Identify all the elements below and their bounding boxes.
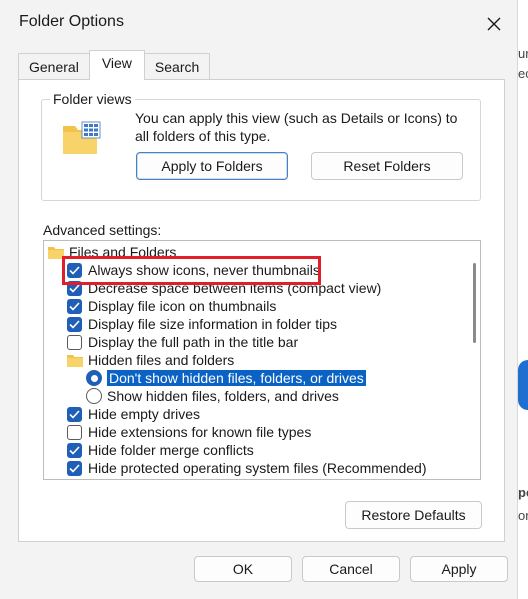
tree-item-label: Hidden files and folders bbox=[88, 352, 235, 368]
dialog-title: Folder Options bbox=[19, 13, 124, 30]
background-text: ec bbox=[518, 66, 528, 81]
checkbox-unchecked[interactable] bbox=[67, 334, 82, 350]
cancel-button[interactable]: Cancel bbox=[302, 556, 400, 582]
apply-to-folders-button[interactable]: Apply to Folders bbox=[136, 152, 288, 180]
checkmark-icon bbox=[69, 445, 80, 455]
checkbox-full-path-title[interactable]: Display the full path in the title bar bbox=[67, 333, 298, 351]
folder-icon bbox=[67, 354, 83, 367]
folder-icon bbox=[48, 246, 64, 259]
restore-defaults-button[interactable]: Restore Defaults bbox=[345, 501, 482, 529]
tree-item-label: Hide protected operating system files (R… bbox=[88, 460, 427, 476]
checkmark-icon bbox=[69, 301, 80, 311]
folder-view-icon bbox=[63, 121, 101, 154]
folder-views-label: Folder views bbox=[50, 91, 135, 107]
radio-unselected[interactable] bbox=[86, 388, 102, 404]
background-text: ur bbox=[518, 46, 528, 61]
tree-scrollbar-thumb[interactable] bbox=[473, 263, 476, 343]
checkmark-icon bbox=[69, 283, 80, 293]
tab-general[interactable]: General bbox=[18, 53, 90, 79]
tree-item-label: Hide extensions for known file types bbox=[88, 424, 312, 440]
reset-folders-button[interactable]: Reset Folders bbox=[311, 152, 463, 180]
checkbox-hide-merge-conflicts[interactable]: Hide folder merge conflicts bbox=[67, 441, 254, 459]
folder-options-dialog: Folder Options General View Search Folde… bbox=[0, 0, 518, 599]
radio-show-hidden[interactable]: Show hidden files, folders, and drives bbox=[86, 387, 339, 405]
checkbox-checked[interactable] bbox=[67, 460, 82, 476]
tab-strip: General View Search bbox=[18, 50, 211, 80]
radio-selected[interactable] bbox=[86, 370, 102, 386]
tab-search[interactable]: Search bbox=[143, 53, 211, 79]
tree-item-label: Show hidden files, folders, and drives bbox=[107, 388, 339, 404]
tree-item-label: Decrease space between items (compact vi… bbox=[88, 280, 382, 296]
folder-views-description: You can apply this view (such as Details… bbox=[135, 110, 458, 144]
background-text: pe bbox=[518, 485, 528, 500]
checkbox-unchecked[interactable] bbox=[67, 424, 82, 440]
close-icon bbox=[487, 17, 501, 31]
tree-item-label: Files and Folders bbox=[69, 244, 177, 260]
checkmark-icon bbox=[69, 265, 80, 275]
background-text: or bbox=[518, 508, 528, 523]
checkbox-file-size-info[interactable]: Display file size information in folder … bbox=[67, 315, 337, 333]
ok-button[interactable]: OK bbox=[194, 556, 292, 582]
tree-item-label: Always show icons, never thumbnails bbox=[88, 262, 320, 278]
tree-item-label: Hide folder merge conflicts bbox=[88, 442, 254, 458]
background-window-edge: ur ec pe or bbox=[518, 0, 528, 599]
checkbox-checked[interactable] bbox=[67, 406, 82, 422]
close-button[interactable] bbox=[478, 8, 510, 40]
checkbox-checked[interactable] bbox=[67, 280, 82, 296]
advanced-settings-label: Advanced settings: bbox=[43, 222, 162, 238]
checkbox-checked[interactable] bbox=[67, 316, 82, 332]
tree-item-label: Display file size information in folder … bbox=[88, 316, 337, 332]
checkbox-checked[interactable] bbox=[67, 262, 82, 278]
checkbox-hide-protected-os[interactable]: Hide protected operating system files (R… bbox=[67, 459, 427, 477]
checkbox-hide-extensions[interactable]: Hide extensions for known file types bbox=[67, 423, 311, 441]
checkbox-hide-empty-drives[interactable]: Hide empty drives bbox=[67, 405, 200, 423]
radio-dont-show-hidden[interactable]: Don't show hidden files, folders, or dri… bbox=[86, 369, 366, 387]
checkbox-always-show-icons[interactable]: Always show icons, never thumbnails bbox=[67, 261, 320, 279]
apply-button[interactable]: Apply bbox=[410, 556, 508, 582]
advanced-settings-tree[interactable]: Files and Folders Always show icons, nev… bbox=[43, 240, 481, 480]
checkmark-icon bbox=[69, 463, 80, 473]
checkbox-file-icon-thumbnails[interactable]: Display file icon on thumbnails bbox=[67, 297, 276, 315]
background-blue-shape bbox=[518, 360, 528, 410]
folder-views-group: Folder views You can apply this view (su… bbox=[41, 91, 481, 201]
tree-item-label: Display file icon on thumbnails bbox=[88, 298, 277, 314]
checkbox-compact-view[interactable]: Decrease space between items (compact vi… bbox=[67, 279, 381, 297]
checkbox-checked[interactable] bbox=[67, 298, 82, 314]
tree-folder-files-and-folders: Files and Folders bbox=[48, 243, 176, 261]
tree-item-label: Don't show hidden files, folders, or dri… bbox=[107, 370, 366, 386]
view-tab-panel: Folder views You can apply this view (su… bbox=[18, 79, 505, 542]
tree-item-label: Hide empty drives bbox=[88, 406, 201, 422]
tree-folder-hidden-files: Hidden files and folders bbox=[67, 351, 234, 369]
checkbox-checked[interactable] bbox=[67, 442, 82, 458]
checkmark-icon bbox=[69, 409, 80, 419]
tab-view[interactable]: View bbox=[88, 50, 145, 80]
checkmark-icon bbox=[69, 319, 80, 329]
tree-item-label: Display the full path in the title bar bbox=[88, 334, 299, 350]
